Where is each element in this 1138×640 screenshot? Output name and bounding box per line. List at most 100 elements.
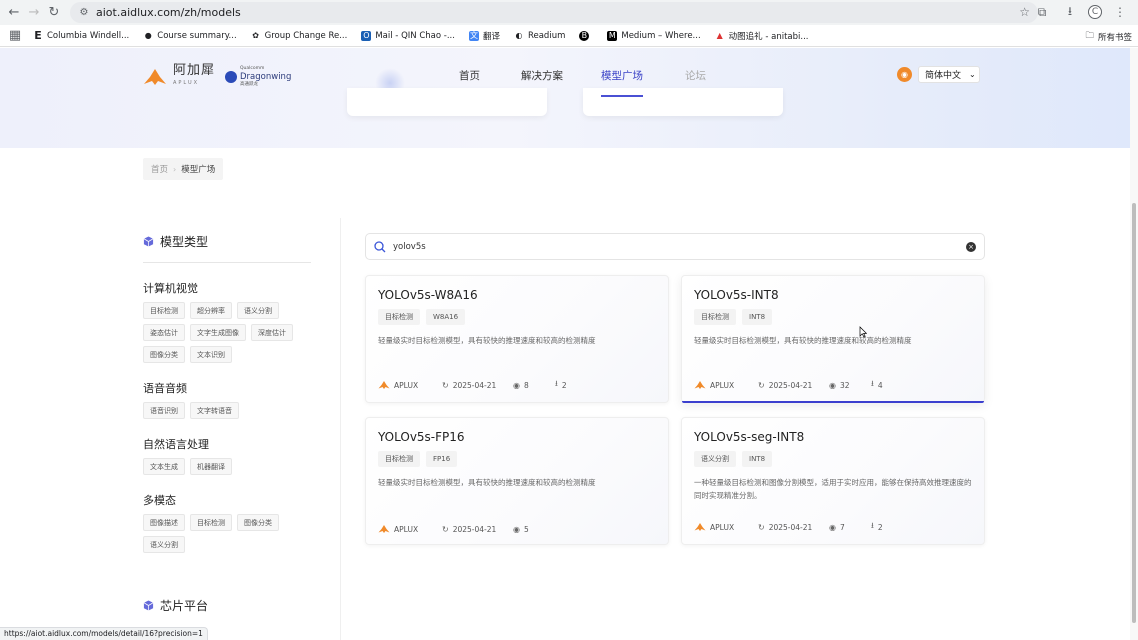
logo-sub: APLUX [173, 80, 200, 86]
tag-list-nlp: 文本生成 机器翻译 [143, 458, 313, 475]
main-nav: 首页 解决方案 模型广场 论坛 [459, 68, 706, 97]
globe-icon: ◉ [897, 67, 912, 82]
model-card[interactable]: YOLOv5s-W8A16 目标检测 W8A16 轻量级实时目标检测模型，具有较… [365, 275, 669, 403]
sidebar-divider [340, 218, 341, 640]
menu-icon[interactable]: ⋮ [1110, 2, 1130, 22]
site-info-icon[interactable]: ⚙ [78, 7, 90, 19]
model-type-heading: 模型类型 [143, 233, 313, 250]
nav-home[interactable]: 首页 [459, 68, 480, 83]
all-bookmarks-folder[interactable]: 🗀 所有书签 [1085, 30, 1132, 44]
nav-forum[interactable]: 论坛 [685, 68, 706, 83]
bookmark-label: Columbia Windell... [47, 30, 130, 41]
aplux-logo-icon [378, 381, 390, 389]
filter-tag[interactable]: 图像描述 [143, 514, 185, 531]
folder-label: 所有书签 [1097, 33, 1132, 43]
bookmark-item[interactable]: M Medium – Where... [607, 30, 701, 41]
card-views: 32 [839, 380, 850, 390]
card-footer: APLUX ↻ 2025-04-21 ◉ 8 ⭳ 2 [378, 378, 567, 392]
card-tag: 目标检测 [378, 309, 420, 325]
filter-sidebar: 模型类型 计算机视觉 目标检测 超分辨率 语义分割 姿态估计 文字生成图像 深度… [143, 233, 313, 553]
card-org: APLUX [710, 522, 735, 532]
link-status-bar: https://aiot.aidlux.com/models/detail/16… [0, 627, 208, 640]
bookmark-item[interactable]: ✿ Group Change Re... [251, 31, 347, 41]
model-card[interactable]: YOLOv5s-FP16 目标检测 FP16 轻量级实时目标检测模型，具有较快的… [365, 417, 669, 545]
bookmark-label: Course summary... [157, 30, 237, 41]
bookmark-item[interactable]: ● Course summary... [143, 30, 237, 41]
card-date: 2025-04-21 [452, 380, 497, 390]
filter-tag[interactable]: 图像分类 [237, 514, 279, 531]
bookmark-label: 动图追礼 - anitabi... [728, 31, 809, 42]
forward-icon[interactable]: → [24, 3, 44, 23]
apps-icon[interactable]: ▦ [5, 26, 25, 46]
card-downloads: 2 [561, 380, 567, 390]
bookmark-item[interactable]: B [579, 30, 593, 41]
language-select[interactable]: 简体中文 ⌄ [918, 66, 980, 83]
filter-tag[interactable]: 语音识别 [143, 402, 185, 419]
card-title[interactable]: YOLOv5s-W8A16 [378, 288, 656, 302]
bookmark-star-icon[interactable]: ☆ [1019, 5, 1030, 19]
filter-tag[interactable]: 文本生成 [143, 458, 185, 475]
filter-tag[interactable]: 机器翻译 [190, 458, 232, 475]
bookmark-item[interactable]: ◐ Readium [514, 31, 565, 41]
site-logo[interactable]: 阿加犀 APLUX Qualcomm Dragonwing 高通跃龙 [143, 64, 291, 89]
filter-tag[interactable]: 目标检测 [143, 302, 185, 319]
filter-tag[interactable]: 图像分类 [143, 346, 185, 363]
tag-list-audio: 语音识别 文字转语音 [143, 402, 313, 419]
breadcrumb-home[interactable]: 首页 [151, 163, 168, 175]
nav-solutions[interactable]: 解决方案 [521, 68, 563, 83]
filter-tag[interactable]: 目标检测 [190, 514, 232, 531]
clear-search-icon[interactable]: × [966, 242, 976, 252]
filter-tag[interactable]: 深度估计 [251, 324, 293, 341]
chip-platform-title: 芯片平台 [160, 599, 209, 613]
card-tag: INT8 [742, 451, 773, 467]
bookmarks-bar: ▦ E Columbia Windell... ● Course summary..… [0, 25, 1138, 47]
card-footer: APLUX ↻ 2025-04-21 ◉ 32 ⭳ 4 [694, 378, 883, 392]
card-views: 7 [839, 522, 845, 532]
update-icon: ↻ [442, 380, 449, 390]
card-views: 5 [523, 524, 529, 534]
extensions-icon[interactable]: ⧉ [1032, 2, 1052, 22]
scrollbar-thumb[interactable] [1132, 203, 1136, 623]
address-bar[interactable]: ⚙ aiot.aidlux.com/zh/models ☆ [70, 2, 1038, 23]
filter-tag[interactable]: 姿态估计 [143, 324, 185, 341]
address-text[interactable]: aiot.aidlux.com/zh/models [96, 6, 241, 19]
profile-avatar[interactable]: C [1088, 5, 1102, 19]
card-date: 2025-04-21 [452, 524, 497, 534]
download-icon: ⭳ [555, 379, 558, 388]
model-search[interactable]: × [365, 233, 985, 260]
card-description: 一种轻量级目标检测和图像分割模型，适用于实时应用，能够在保持高效推理速度的同时实… [694, 478, 972, 500]
card-title[interactable]: YOLOv5s-FP16 [378, 430, 656, 444]
card-title[interactable]: YOLOv5s-INT8 [694, 288, 972, 302]
model-card[interactable]: YOLOv5s-seg-INT8 语义分割 INT8 一种轻量级目标检测和图像分… [681, 417, 985, 545]
nav-model-square[interactable]: 模型广场 [601, 68, 643, 97]
bookmark-item[interactable]: E Columbia Windell... [33, 29, 130, 42]
eye-icon: ◉ [829, 380, 836, 390]
page-scrollbar[interactable] [1130, 48, 1138, 640]
card-org: APLUX [394, 524, 419, 534]
filter-tag[interactable]: 语义分割 [237, 302, 279, 319]
reload-icon[interactable]: ↻ [44, 3, 64, 23]
card-tag: INT8 [742, 309, 773, 325]
card-title[interactable]: YOLOv5s-seg-INT8 [694, 430, 972, 444]
filter-tag[interactable]: 文字转语音 [190, 402, 239, 419]
bookmark-icon: E [34, 29, 42, 42]
bookmark-item[interactable]: ▲ 动图追礼 - anitabi... [715, 30, 809, 42]
filter-tag[interactable]: 文字生成图像 [190, 324, 246, 341]
back-icon[interactable]: ← [4, 3, 24, 23]
bookmark-item[interactable]: O Mail - QIN Chao -... [361, 30, 455, 41]
search-input[interactable] [393, 241, 953, 252]
filter-tag[interactable]: 文本识别 [190, 346, 232, 363]
model-card[interactable]: YOLOv5s-INT8 目标检测 INT8 轻量级实时目标检测模型，具有较快的… [681, 275, 985, 403]
bookmark-item[interactable]: 文翻译 [468, 30, 500, 42]
filter-tag[interactable]: 超分辨率 [190, 302, 232, 319]
language-switcher[interactable]: ◉ 简体中文 ⌄ [897, 66, 980, 83]
bookmark-icon: ▲ [716, 31, 723, 40]
card-org: APLUX [710, 380, 735, 390]
bookmark-icon: ✿ [252, 31, 259, 40]
filter-tag[interactable]: 语义分割 [143, 536, 185, 553]
logo-text: 阿加犀 APLUX [173, 64, 215, 89]
breadcrumb-current: 模型广场 [181, 165, 216, 175]
download-icon[interactable]: ⭳ [1060, 2, 1080, 22]
card-downloads: 4 [877, 380, 883, 390]
partner-cn: 高通跃龙 [240, 82, 259, 87]
